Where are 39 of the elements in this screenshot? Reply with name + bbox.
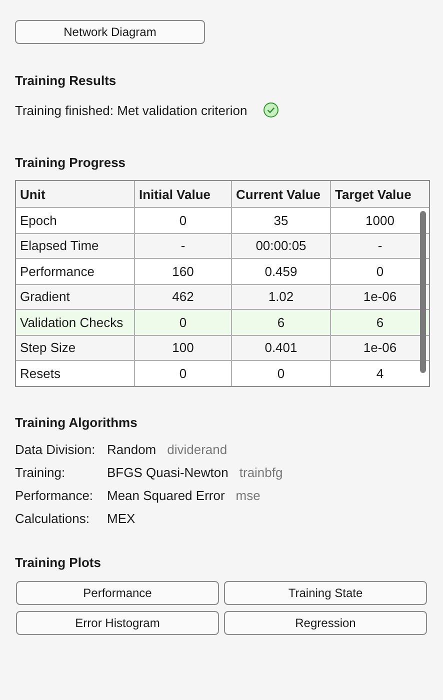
function-name: trainbfg <box>239 464 283 480</box>
table-cell-text: Step Size <box>19 339 77 358</box>
column-header: Target Value <box>330 181 429 207</box>
algorithm-value: Mean Squared Error <box>107 486 225 504</box>
algorithm-label: Training: <box>15 464 66 480</box>
table-cell: 0 <box>134 361 231 386</box>
table-cell-text: Validation Checks <box>19 314 124 332</box>
section-heading: Training Plots <box>15 554 102 570</box>
table-cell-text: Resets <box>19 364 62 383</box>
scrollbar-thumb[interactable] <box>420 211 426 373</box>
algorithm-value: BFGS Quasi-Newton <box>107 464 228 480</box>
plot-button[interactable]: Regression <box>224 610 427 634</box>
plot-button[interactable]: Error Histogram <box>16 610 219 634</box>
function-name: dividerand <box>167 440 228 458</box>
plot-button[interactable]: Training State <box>224 580 427 604</box>
column-header: Current Value <box>231 181 330 207</box>
algorithm-label: Performance: <box>15 486 94 504</box>
table-cell-text: Performance <box>19 262 96 281</box>
table-cell-text: Epoch <box>19 212 58 230</box>
algorithm-label: Calculations: <box>15 510 90 526</box>
column-header: Initial Value <box>134 181 231 207</box>
algorithm-value: MEX <box>107 510 136 526</box>
column-header: Unit <box>19 186 46 204</box>
table-cell-text: Elapsed Time <box>19 237 100 256</box>
table-cell: 0 <box>231 361 330 386</box>
table-cell: 00:00:05 <box>231 234 330 258</box>
section-heading: Training Results <box>15 73 118 88</box>
algorithm-value: Random <box>107 440 156 458</box>
section-heading: Training Algorithms <box>15 414 138 430</box>
table-cell-text: Gradient <box>19 288 71 306</box>
function-name: mse <box>236 486 260 504</box>
section-heading: Training Progress <box>15 155 127 170</box>
plot-button[interactable]: Performance <box>16 580 219 604</box>
table-cell: 0.401 <box>231 336 330 360</box>
table-cell: 100 <box>134 336 231 360</box>
status-text: Training finished: Met validation criterion <box>15 102 248 118</box>
algorithm-label: Data Division: <box>15 440 96 458</box>
network-diagram-button[interactable]: Network Diagram <box>15 20 205 44</box>
table-cell: - <box>134 234 231 258</box>
